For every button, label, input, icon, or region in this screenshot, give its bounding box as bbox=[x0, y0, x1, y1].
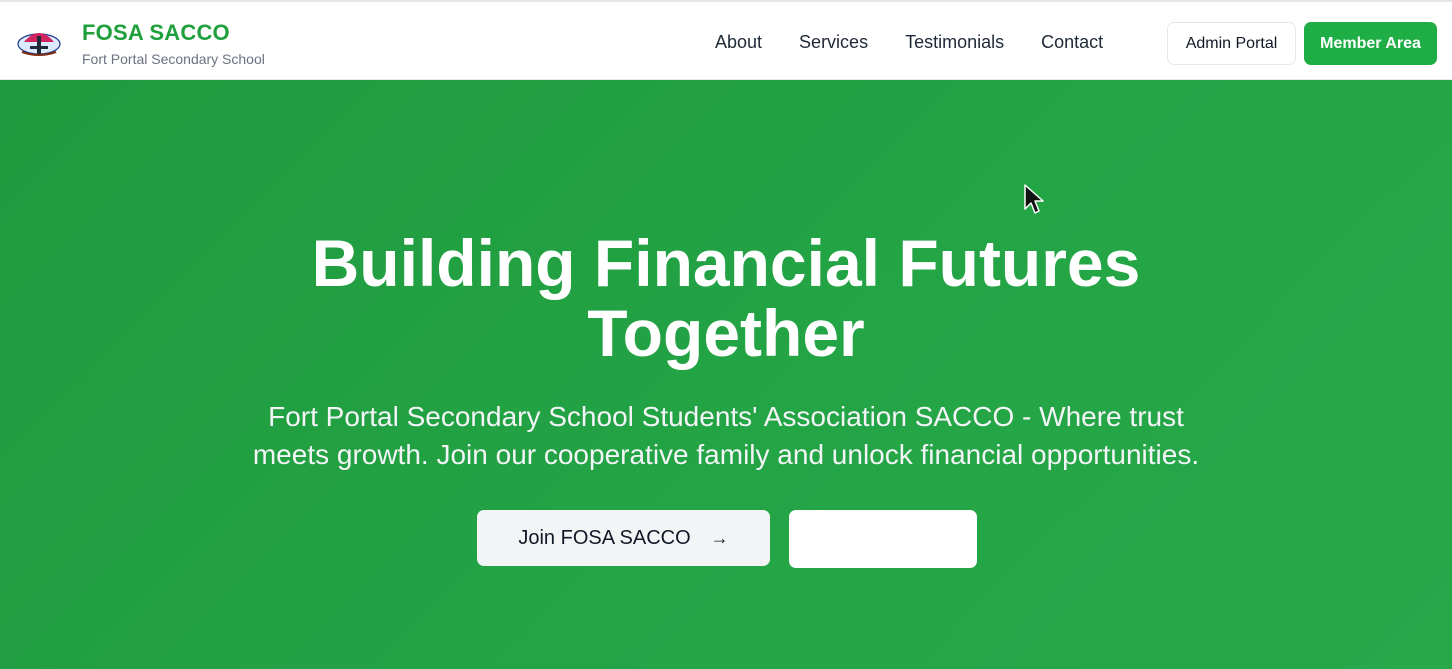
hero-title-line-1: Building Financial Futures bbox=[311, 226, 1141, 300]
secondary-button[interactable] bbox=[789, 510, 977, 568]
join-button-label: Join FOSA SACCO bbox=[518, 526, 691, 549]
admin-portal-button[interactable]: Admin Portal bbox=[1167, 22, 1296, 65]
hero-title: Building Financial Futures Together bbox=[0, 228, 1452, 368]
join-button[interactable]: Join FOSA SACCO → bbox=[477, 510, 770, 566]
school-crest-logo[interactable] bbox=[16, 22, 62, 62]
hero-title-line-2: Together bbox=[587, 296, 865, 370]
hero-section: Building Financial Futures Together Fort… bbox=[0, 80, 1452, 669]
member-area-button[interactable]: Member Area bbox=[1304, 22, 1437, 65]
brand-name: FOSA SACCO bbox=[82, 20, 230, 45]
hero-subtitle: Fort Portal Secondary School Students' A… bbox=[200, 398, 1252, 474]
main-nav: About Services Testimonials Contact bbox=[715, 31, 1103, 53]
site-header: FOSA SACCO Fort Portal Secondary School … bbox=[0, 0, 1452, 80]
hero-subtitle-line-2: meets growth. Join our cooperative famil… bbox=[252, 439, 1200, 470]
hero-subtitle-line-1: Fort Portal Secondary School Students' A… bbox=[268, 401, 1184, 432]
nav-testimonials[interactable]: Testimonials bbox=[905, 31, 1004, 53]
arrow-right-icon: → bbox=[710, 528, 729, 548]
mouse-pointer-icon bbox=[1024, 184, 1044, 214]
brand-subtitle: Fort Portal Secondary School bbox=[82, 51, 265, 67]
brand[interactable]: FOSA SACCO Fort Portal Secondary School bbox=[82, 20, 265, 68]
nav-contact[interactable]: Contact bbox=[1041, 31, 1103, 53]
nav-services[interactable]: Services bbox=[799, 31, 868, 53]
nav-about[interactable]: About bbox=[715, 31, 762, 53]
